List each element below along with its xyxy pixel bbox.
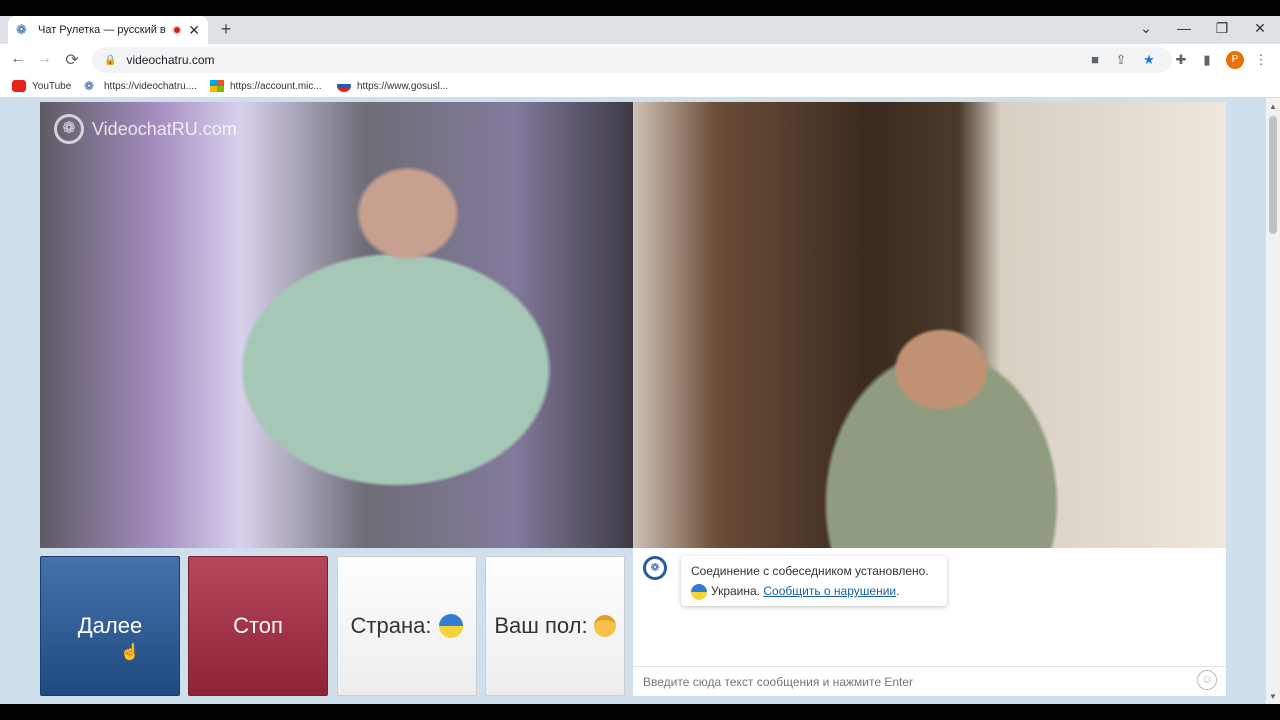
browser-tab[interactable]: ❁ Чат Рулетка — русский вид ✕ bbox=[8, 16, 208, 44]
bookmark-gosuslugi[interactable]: https://www.gosusl... bbox=[337, 80, 448, 92]
scrollbar-thumb[interactable] bbox=[1269, 116, 1277, 234]
bookmark-youtube[interactable]: YouTube bbox=[12, 80, 71, 92]
videochat-icon: ❁ bbox=[84, 79, 95, 93]
close-window-button[interactable]: ✕ bbox=[1248, 20, 1272, 37]
country-name: Украина. bbox=[711, 584, 761, 598]
bookmark-label: https://videochatru.... bbox=[104, 80, 197, 92]
profile-avatar[interactable]: P bbox=[1226, 51, 1244, 69]
browser-toolbar: ← → ⟳ 🔒 videochatru.com ■ ⇪ ★ ✚ ▮ P ⋮ bbox=[0, 44, 1280, 76]
chat-panel: ❁ Соединение с собеседником установлено.… bbox=[633, 548, 1226, 696]
stop-button[interactable]: Стоп bbox=[188, 556, 328, 696]
lock-icon: 🔒 bbox=[104, 54, 117, 66]
screen-frame: ❁ Чат Рулетка — русский вид ✕ + ⌄ — ❐ ✕ … bbox=[0, 0, 1280, 720]
ukraine-flag-small-icon bbox=[691, 583, 707, 600]
videochat-chat-icon: ❁ bbox=[643, 556, 667, 580]
extensions-icon[interactable]: ✚ bbox=[1172, 52, 1190, 68]
minimize-button[interactable]: — bbox=[1172, 20, 1196, 36]
videochat-logo-icon: ❁ bbox=[54, 114, 84, 144]
address-bar[interactable]: 🔒 videochatru.com bbox=[92, 47, 1172, 73]
bookmarks-bar: YouTube ❁ https://videochatru.... https:… bbox=[0, 76, 1280, 98]
next-button[interactable]: Далее bbox=[40, 556, 180, 696]
bookmark-label: YouTube bbox=[32, 80, 72, 92]
page-scrollbar[interactable]: ▲ ▼ bbox=[1266, 98, 1280, 704]
bookmark-microsoft[interactable]: https://account.mic... bbox=[210, 80, 322, 92]
bookmark-videochat[interactable]: ❁ https://videochatru.... bbox=[84, 80, 197, 92]
emoji-button-icon[interactable]: ☺ bbox=[1197, 670, 1217, 690]
system-message: Соединение с собеседником установлено. У… bbox=[681, 556, 947, 606]
report-suffix: . bbox=[896, 584, 900, 598]
recording-indicator-icon bbox=[172, 25, 183, 35]
country-selector-button[interactable]: Страна: bbox=[337, 556, 477, 696]
partner-video bbox=[633, 102, 1226, 548]
bookmark-label: https://www.gosusl... bbox=[357, 80, 449, 92]
scroll-up-icon[interactable]: ▲ bbox=[1269, 102, 1277, 111]
restore-button[interactable]: ❐ bbox=[1210, 20, 1234, 37]
country-label: Страна: bbox=[350, 613, 432, 638]
bookmark-star-icon[interactable]: ★ bbox=[1140, 52, 1158, 68]
page-content: ❁ VideochatRU.com Далее Стоп Страна: Ваш… bbox=[0, 98, 1280, 704]
tab-search-icon[interactable]: ⌄ bbox=[1134, 20, 1158, 37]
next-button-label: Далее bbox=[77, 613, 143, 638]
camera-icon[interactable]: ■ bbox=[1086, 52, 1104, 67]
gosuslugi-icon bbox=[337, 80, 351, 92]
tab-close-icon[interactable]: ✕ bbox=[188, 22, 200, 39]
new-tab-button[interactable]: + bbox=[216, 19, 236, 40]
videochat-favicon-icon: ❁ bbox=[16, 22, 27, 37]
stop-button-label: Стоп bbox=[233, 613, 283, 638]
reload-button[interactable]: ⟳ bbox=[62, 50, 82, 70]
bookmark-label: https://account.mic... bbox=[230, 80, 322, 92]
back-button[interactable]: ← bbox=[8, 50, 28, 68]
report-violation-link[interactable]: Сообщить о нарушении bbox=[763, 584, 896, 598]
menu-icon[interactable]: ⋮ bbox=[1252, 52, 1270, 68]
tab-strip: ❁ Чат Рулетка — русский вид ✕ + ⌄ — ❐ ✕ bbox=[0, 16, 1280, 44]
country-line: Украина. Сообщить о нарушении. bbox=[691, 581, 937, 601]
local-video: ❁ VideochatRU.com bbox=[40, 102, 633, 548]
share-icon[interactable]: ⇪ bbox=[1112, 52, 1130, 68]
connected-message: Соединение с собеседником установлено. bbox=[691, 564, 929, 578]
url-text: videochatru.com bbox=[126, 53, 215, 67]
site-logo: ❁ VideochatRU.com bbox=[54, 114, 237, 144]
youtube-icon bbox=[12, 80, 26, 92]
forward-button[interactable]: → bbox=[34, 50, 54, 68]
female-face-icon bbox=[593, 615, 616, 637]
scroll-down-icon[interactable]: ▼ bbox=[1269, 692, 1277, 701]
logo-text: VideochatRU.com bbox=[92, 118, 237, 139]
side-panel-icon[interactable]: ▮ bbox=[1198, 52, 1216, 68]
gender-selector-button[interactable]: Ваш пол: bbox=[485, 556, 625, 696]
chat-message-input[interactable] bbox=[633, 666, 1226, 696]
hand-cursor-icon: ☝ bbox=[120, 644, 140, 661]
gender-label: Ваш пол: bbox=[494, 613, 588, 638]
microsoft-icon bbox=[210, 80, 224, 92]
ukraine-flag-icon bbox=[439, 614, 464, 638]
tab-title: Чат Рулетка — русский вид bbox=[38, 24, 167, 36]
